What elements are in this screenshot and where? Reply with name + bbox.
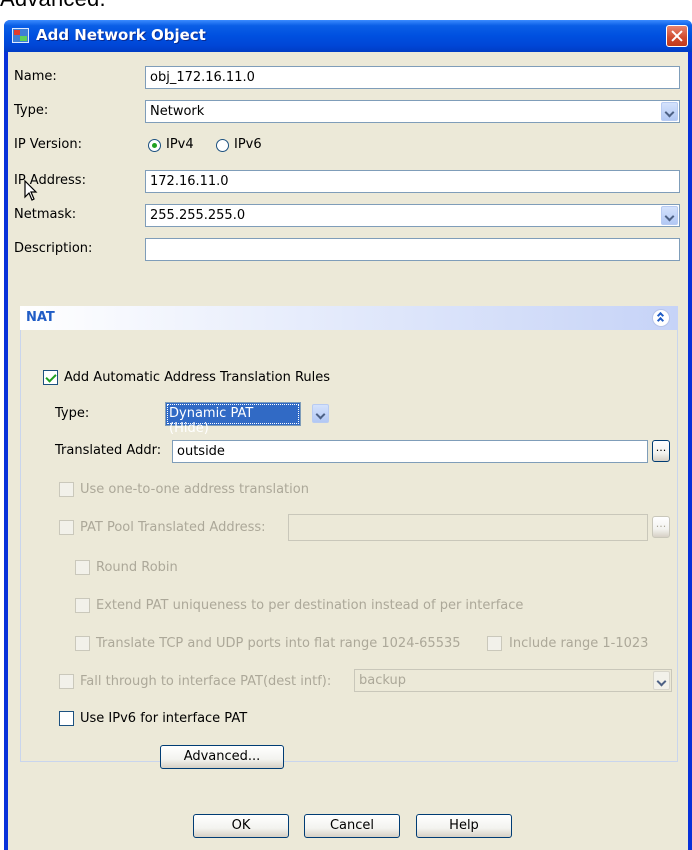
window-title: Add Network Object <box>36 26 206 44</box>
fall-through-value: backup <box>359 673 406 688</box>
ok-button[interactable]: OK <box>193 814 289 838</box>
nat-header[interactable]: NAT <box>20 306 678 330</box>
help-button[interactable]: Help <box>416 814 512 838</box>
chevron-down-icon[interactable] <box>312 404 329 423</box>
close-button[interactable] <box>666 25 688 47</box>
ip-address-input[interactable]: 172.16.11.0 <box>145 170 680 193</box>
translated-addr-input[interactable]: outside <box>172 440 648 463</box>
description-label: Description: <box>14 241 93 256</box>
use-ipv6-label: Use IPv6 for interface PAT <box>80 711 248 726</box>
pat-pool-input[interactable] <box>288 514 648 541</box>
round-robin-checkbox[interactable] <box>75 560 90 575</box>
ipv6-radio[interactable] <box>216 139 229 152</box>
name-input[interactable]: obj_172.16.11.0 <box>145 66 680 89</box>
fall-through-checkbox[interactable] <box>59 674 74 689</box>
translate-tcp-label: Translate TCP and UDP ports into flat ra… <box>96 636 461 651</box>
netmask-select[interactable]: 255.255.255.0 <box>145 204 680 227</box>
type-select-value: Network <box>150 104 205 119</box>
translate-tcp-checkbox[interactable] <box>75 636 90 651</box>
one-to-one-label: Use one-to-one address translation <box>80 482 309 497</box>
include-range-checkbox[interactable] <box>487 636 502 651</box>
chevron-down-icon[interactable] <box>661 102 678 121</box>
auto-rules-checkbox[interactable] <box>43 370 58 385</box>
round-robin-label: Round Robin <box>96 560 178 575</box>
use-ipv6-checkbox[interactable] <box>59 711 74 726</box>
collapse-icon[interactable] <box>652 309 670 327</box>
chevron-down-icon[interactable] <box>661 206 678 225</box>
ipv6-label: IPv6 <box>234 137 262 152</box>
netmask-select-value: 255.255.255.0 <box>150 208 246 223</box>
title-bar[interactable]: Add Network Object <box>4 20 692 52</box>
pat-pool-checkbox[interactable] <box>59 520 74 535</box>
pat-pool-label: PAT Pool Translated Address: <box>80 520 266 535</box>
chevron-down-icon[interactable] <box>653 671 670 690</box>
ipv4-radio[interactable] <box>148 139 161 152</box>
fall-through-select[interactable]: backup <box>354 669 672 692</box>
cancel-button[interactable]: Cancel <box>304 814 400 838</box>
nat-type-label: Type: <box>55 406 90 421</box>
type-label: Type: <box>14 103 49 118</box>
fall-through-label: Fall through to interface PAT(dest intf)… <box>80 674 332 689</box>
description-input[interactable] <box>145 238 680 261</box>
type-select[interactable]: Network <box>145 100 680 123</box>
include-range-label: Include range 1-1023 <box>509 636 649 651</box>
ipv4-label: IPv4 <box>166 137 194 152</box>
mouse-pointer-icon <box>24 180 38 201</box>
one-to-one-checkbox[interactable] <box>59 482 74 497</box>
nat-type-select[interactable]: Dynamic PAT (Hide) <box>165 402 333 436</box>
netmask-label: Netmask: <box>14 207 77 222</box>
name-label: Name: <box>14 69 57 84</box>
nat-type-value: Dynamic PAT (Hide) <box>165 402 301 436</box>
app-icon <box>12 28 29 43</box>
auto-rules-label: Add Automatic Address Translation Rules <box>64 370 331 385</box>
translated-addr-label: Translated Addr: <box>55 443 162 458</box>
browse-translated-addr-button[interactable]: ... <box>652 440 670 462</box>
background-text: Advanced. <box>0 0 106 12</box>
extend-pat-label: Extend PAT uniqueness to per destination… <box>96 598 524 613</box>
ip-version-label: IP Version: <box>14 137 82 152</box>
advanced-button[interactable]: Advanced... <box>160 745 284 769</box>
nat-title: NAT <box>26 310 55 325</box>
browse-pat-pool-button[interactable]: ... <box>652 516 670 538</box>
extend-pat-checkbox[interactable] <box>75 598 90 613</box>
